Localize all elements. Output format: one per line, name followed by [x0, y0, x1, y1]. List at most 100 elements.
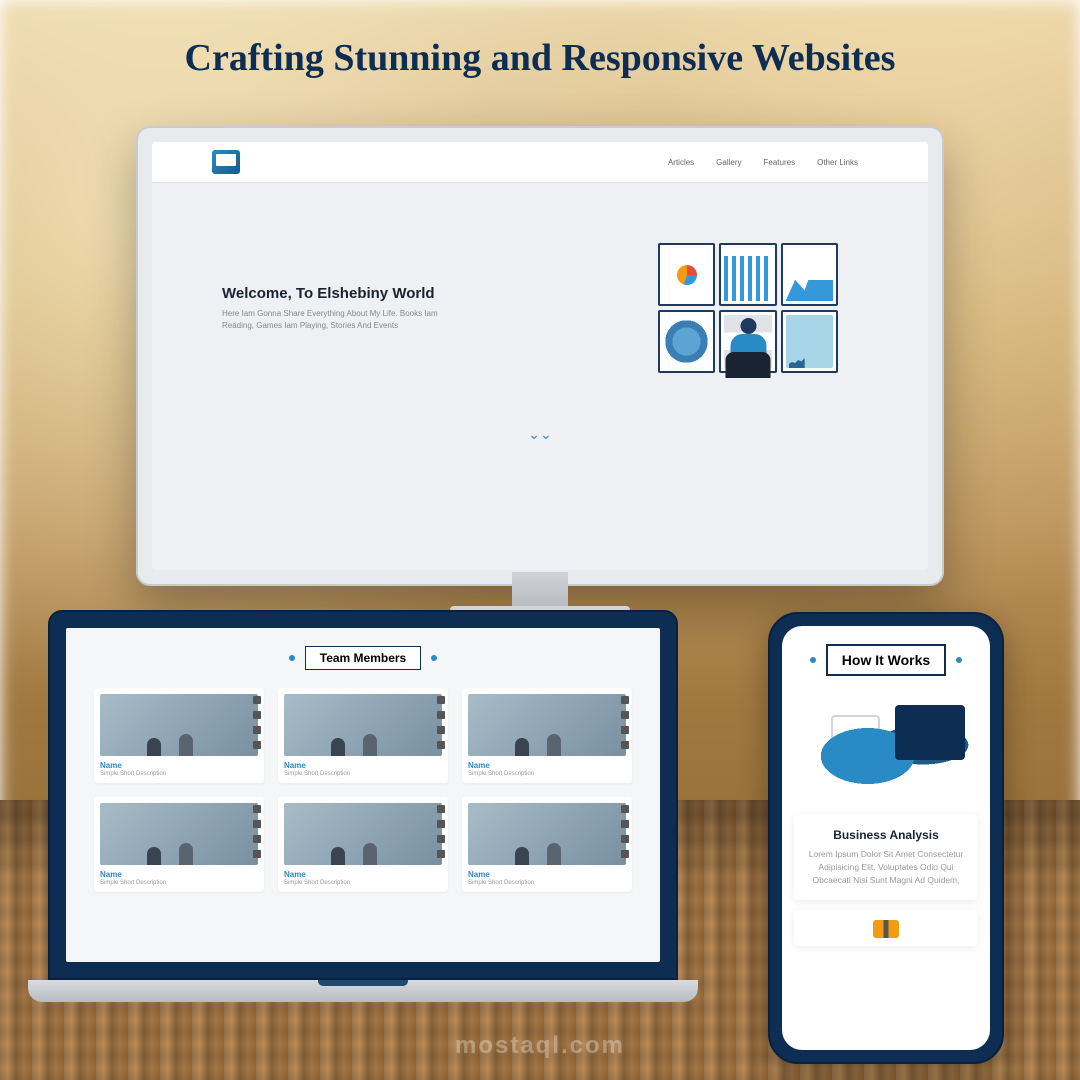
- phone-mockup: How It Works Business Analysis Lorem Ips…: [768, 612, 1004, 1064]
- team-photo: [468, 803, 626, 865]
- member-desc: Simple Short Description: [100, 771, 258, 777]
- team-grid: NameSimple Short DescriptionNameSimple S…: [88, 688, 638, 892]
- laptop-mockup: Team Members NameSimple Short Descriptio…: [48, 610, 678, 1030]
- scroll-down-icon[interactable]: ⌄⌄: [152, 413, 928, 458]
- member-desc: Simple Short Description: [100, 880, 258, 886]
- dot-icon: [956, 657, 962, 663]
- how-it-works-illustration: [794, 690, 978, 800]
- social-icons: [437, 696, 445, 749]
- team-card[interactable]: NameSimple Short Description: [462, 797, 632, 892]
- linkedin-icon[interactable]: [437, 726, 445, 734]
- facebook-icon[interactable]: [253, 805, 261, 813]
- member-name: Name: [100, 870, 258, 879]
- team-card[interactable]: NameSimple Short Description: [462, 688, 632, 783]
- hero-illustration: [658, 243, 838, 373]
- section-title: Team Members: [305, 646, 421, 670]
- linkedin-icon[interactable]: [621, 835, 629, 843]
- member-name: Name: [284, 761, 442, 770]
- member-desc: Simple Short Description: [468, 880, 626, 886]
- logo-icon[interactable]: [212, 150, 240, 174]
- team-card[interactable]: NameSimple Short Description: [94, 688, 264, 783]
- member-desc: Simple Short Description: [284, 771, 442, 777]
- twitter-icon[interactable]: [253, 820, 261, 828]
- facebook-icon[interactable]: [621, 696, 629, 704]
- twitter-icon[interactable]: [621, 820, 629, 828]
- social-icons: [253, 696, 261, 749]
- card-title: Business Analysis: [804, 828, 968, 842]
- section-header: How It Works: [794, 644, 978, 676]
- team-card[interactable]: NameSimple Short Description: [278, 797, 448, 892]
- laptop-frame: Team Members NameSimple Short Descriptio…: [48, 610, 678, 980]
- monitor-screen: Articles Gallery Features Other Links We…: [152, 142, 928, 570]
- facebook-icon[interactable]: [253, 696, 261, 704]
- phone-frame: How It Works Business Analysis Lorem Ips…: [768, 612, 1004, 1064]
- social-icons: [253, 805, 261, 858]
- dot-icon: [810, 657, 816, 663]
- nav-link-gallery[interactable]: Gallery: [716, 158, 741, 167]
- youtube-icon[interactable]: [253, 741, 261, 749]
- nav-link-articles[interactable]: Articles: [668, 158, 694, 167]
- info-card[interactable]: Business Analysis Lorem Ipsum Dolor Sit …: [794, 814, 978, 900]
- facebook-icon[interactable]: [437, 696, 445, 704]
- linkedin-icon[interactable]: [253, 835, 261, 843]
- laptop-base: [28, 980, 698, 1002]
- hero-subtitle: Here Iam Gonna Share Everything About My…: [222, 308, 442, 330]
- person-icon: [726, 318, 771, 378]
- screen-icon: [658, 310, 715, 373]
- phone-screen: How It Works Business Analysis Lorem Ips…: [782, 626, 990, 1050]
- facebook-icon[interactable]: [621, 805, 629, 813]
- nav-links: Articles Gallery Features Other Links: [668, 158, 858, 167]
- team-photo: [284, 803, 442, 865]
- screen-icon: [781, 310, 838, 373]
- linkedin-icon[interactable]: [253, 726, 261, 734]
- youtube-icon[interactable]: [437, 850, 445, 858]
- social-icons: [621, 696, 629, 749]
- dot-icon: [289, 655, 295, 661]
- info-card-partial[interactable]: [794, 910, 978, 946]
- twitter-icon[interactable]: [253, 711, 261, 719]
- gears-icon: [873, 920, 899, 938]
- facebook-icon[interactable]: [437, 805, 445, 813]
- social-icons: [437, 805, 445, 858]
- twitter-icon[interactable]: [437, 711, 445, 719]
- member-name: Name: [284, 870, 442, 879]
- section-header: Team Members: [88, 646, 638, 670]
- hero-section: Welcome, To Elshebiny World Here Iam Gon…: [152, 183, 928, 413]
- desktop-mockup: Articles Gallery Features Other Links We…: [136, 126, 944, 636]
- laptop-screen: Team Members NameSimple Short Descriptio…: [66, 628, 660, 962]
- youtube-icon[interactable]: [253, 850, 261, 858]
- screen-icon: [781, 243, 838, 306]
- member-name: Name: [468, 870, 626, 879]
- navbar: Articles Gallery Features Other Links: [152, 142, 928, 183]
- twitter-icon[interactable]: [621, 711, 629, 719]
- youtube-icon[interactable]: [621, 741, 629, 749]
- member-desc: Simple Short Description: [284, 880, 442, 886]
- screen-icon: [719, 243, 776, 306]
- linkedin-icon[interactable]: [621, 726, 629, 734]
- youtube-icon[interactable]: [437, 741, 445, 749]
- member-desc: Simple Short Description: [468, 771, 626, 777]
- social-icons: [621, 805, 629, 858]
- hero-title: Welcome, To Elshebiny World: [222, 285, 442, 302]
- team-photo: [100, 694, 258, 756]
- team-photo: [284, 694, 442, 756]
- youtube-icon[interactable]: [621, 850, 629, 858]
- team-card[interactable]: NameSimple Short Description: [278, 688, 448, 783]
- member-name: Name: [468, 761, 626, 770]
- monitor-frame: Articles Gallery Features Other Links We…: [136, 126, 944, 586]
- member-name: Name: [100, 761, 258, 770]
- headline: Crafting Stunning and Responsive Website…: [0, 36, 1080, 80]
- card-text: Lorem Ipsum Dolor Sit Amet Consectetur A…: [804, 848, 968, 886]
- twitter-icon[interactable]: [437, 820, 445, 828]
- hero-text: Welcome, To Elshebiny World Here Iam Gon…: [222, 285, 442, 330]
- dot-icon: [431, 655, 437, 661]
- team-card[interactable]: NameSimple Short Description: [94, 797, 264, 892]
- team-photo: [468, 694, 626, 756]
- screen-icon: [658, 243, 715, 306]
- linkedin-icon[interactable]: [437, 835, 445, 843]
- section-title: How It Works: [826, 644, 946, 676]
- nav-link-other[interactable]: Other Links: [817, 158, 858, 167]
- team-photo: [100, 803, 258, 865]
- nav-link-features[interactable]: Features: [764, 158, 796, 167]
- watermark: mostaql.com: [455, 1032, 625, 1060]
